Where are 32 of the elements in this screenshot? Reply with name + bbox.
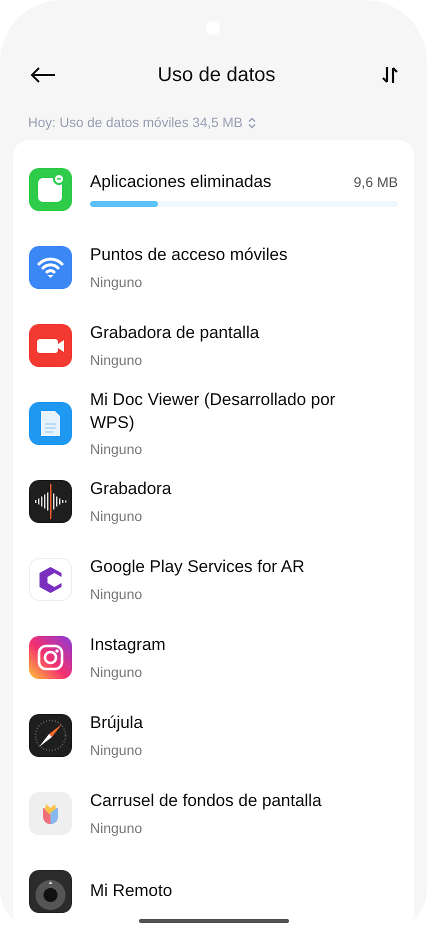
- app-name[interactable]: Aplicaciones eliminadas: [90, 171, 272, 194]
- app-usage-status: Ninguno: [90, 742, 144, 758]
- sort-icon[interactable]: [382, 66, 398, 84]
- data-usage: 9,6 MB: [354, 174, 398, 190]
- app-usage-status: Ninguno: [90, 440, 144, 457]
- app-name[interactable]: Grabadora de pantalla: [90, 322, 370, 345]
- app-usage-status: Ninguno: [90, 508, 144, 524]
- app-usage-status: Ninguno: [90, 352, 144, 368]
- app-usage-status: Ninguno: [90, 586, 144, 602]
- video-camera-icon: [29, 324, 72, 366]
- app-name[interactable]: Puntos de acceso móviles: [90, 244, 370, 267]
- camera-icon: [29, 636, 72, 678]
- app-usage-status: Ninguno: [90, 274, 144, 290]
- document-icon: [29, 402, 72, 444]
- app-name[interactable]: Instagram: [90, 634, 370, 657]
- tulip-icon: [29, 792, 72, 834]
- back-arrow-icon[interactable]: [30, 66, 56, 84]
- app-name[interactable]: Carrusel de fondos de pantalla: [90, 790, 370, 813]
- app-usage-status: Ninguno: [90, 664, 144, 680]
- wifi-icon: [29, 246, 72, 288]
- compass-icon: [29, 714, 72, 756]
- app-name[interactable]: Mi Remoto: [90, 880, 370, 902]
- sound-wave-icon: [29, 480, 72, 522]
- app-name[interactable]: Brújula: [90, 712, 370, 735]
- cube-letter-icon: [29, 558, 72, 600]
- app-usage-status: Ninguno: [90, 820, 144, 836]
- app-name[interactable]: Google Play Services for AR: [90, 556, 370, 579]
- app-icon: [29, 168, 72, 210]
- app-name[interactable]: Mi Doc Viewer (Desarrollado por WPS): [90, 389, 370, 434]
- page-title: Uso de datos: [158, 64, 276, 87]
- remote-control-icon: [29, 870, 72, 912]
- app-name[interactable]: Grabadora: [90, 478, 370, 501]
